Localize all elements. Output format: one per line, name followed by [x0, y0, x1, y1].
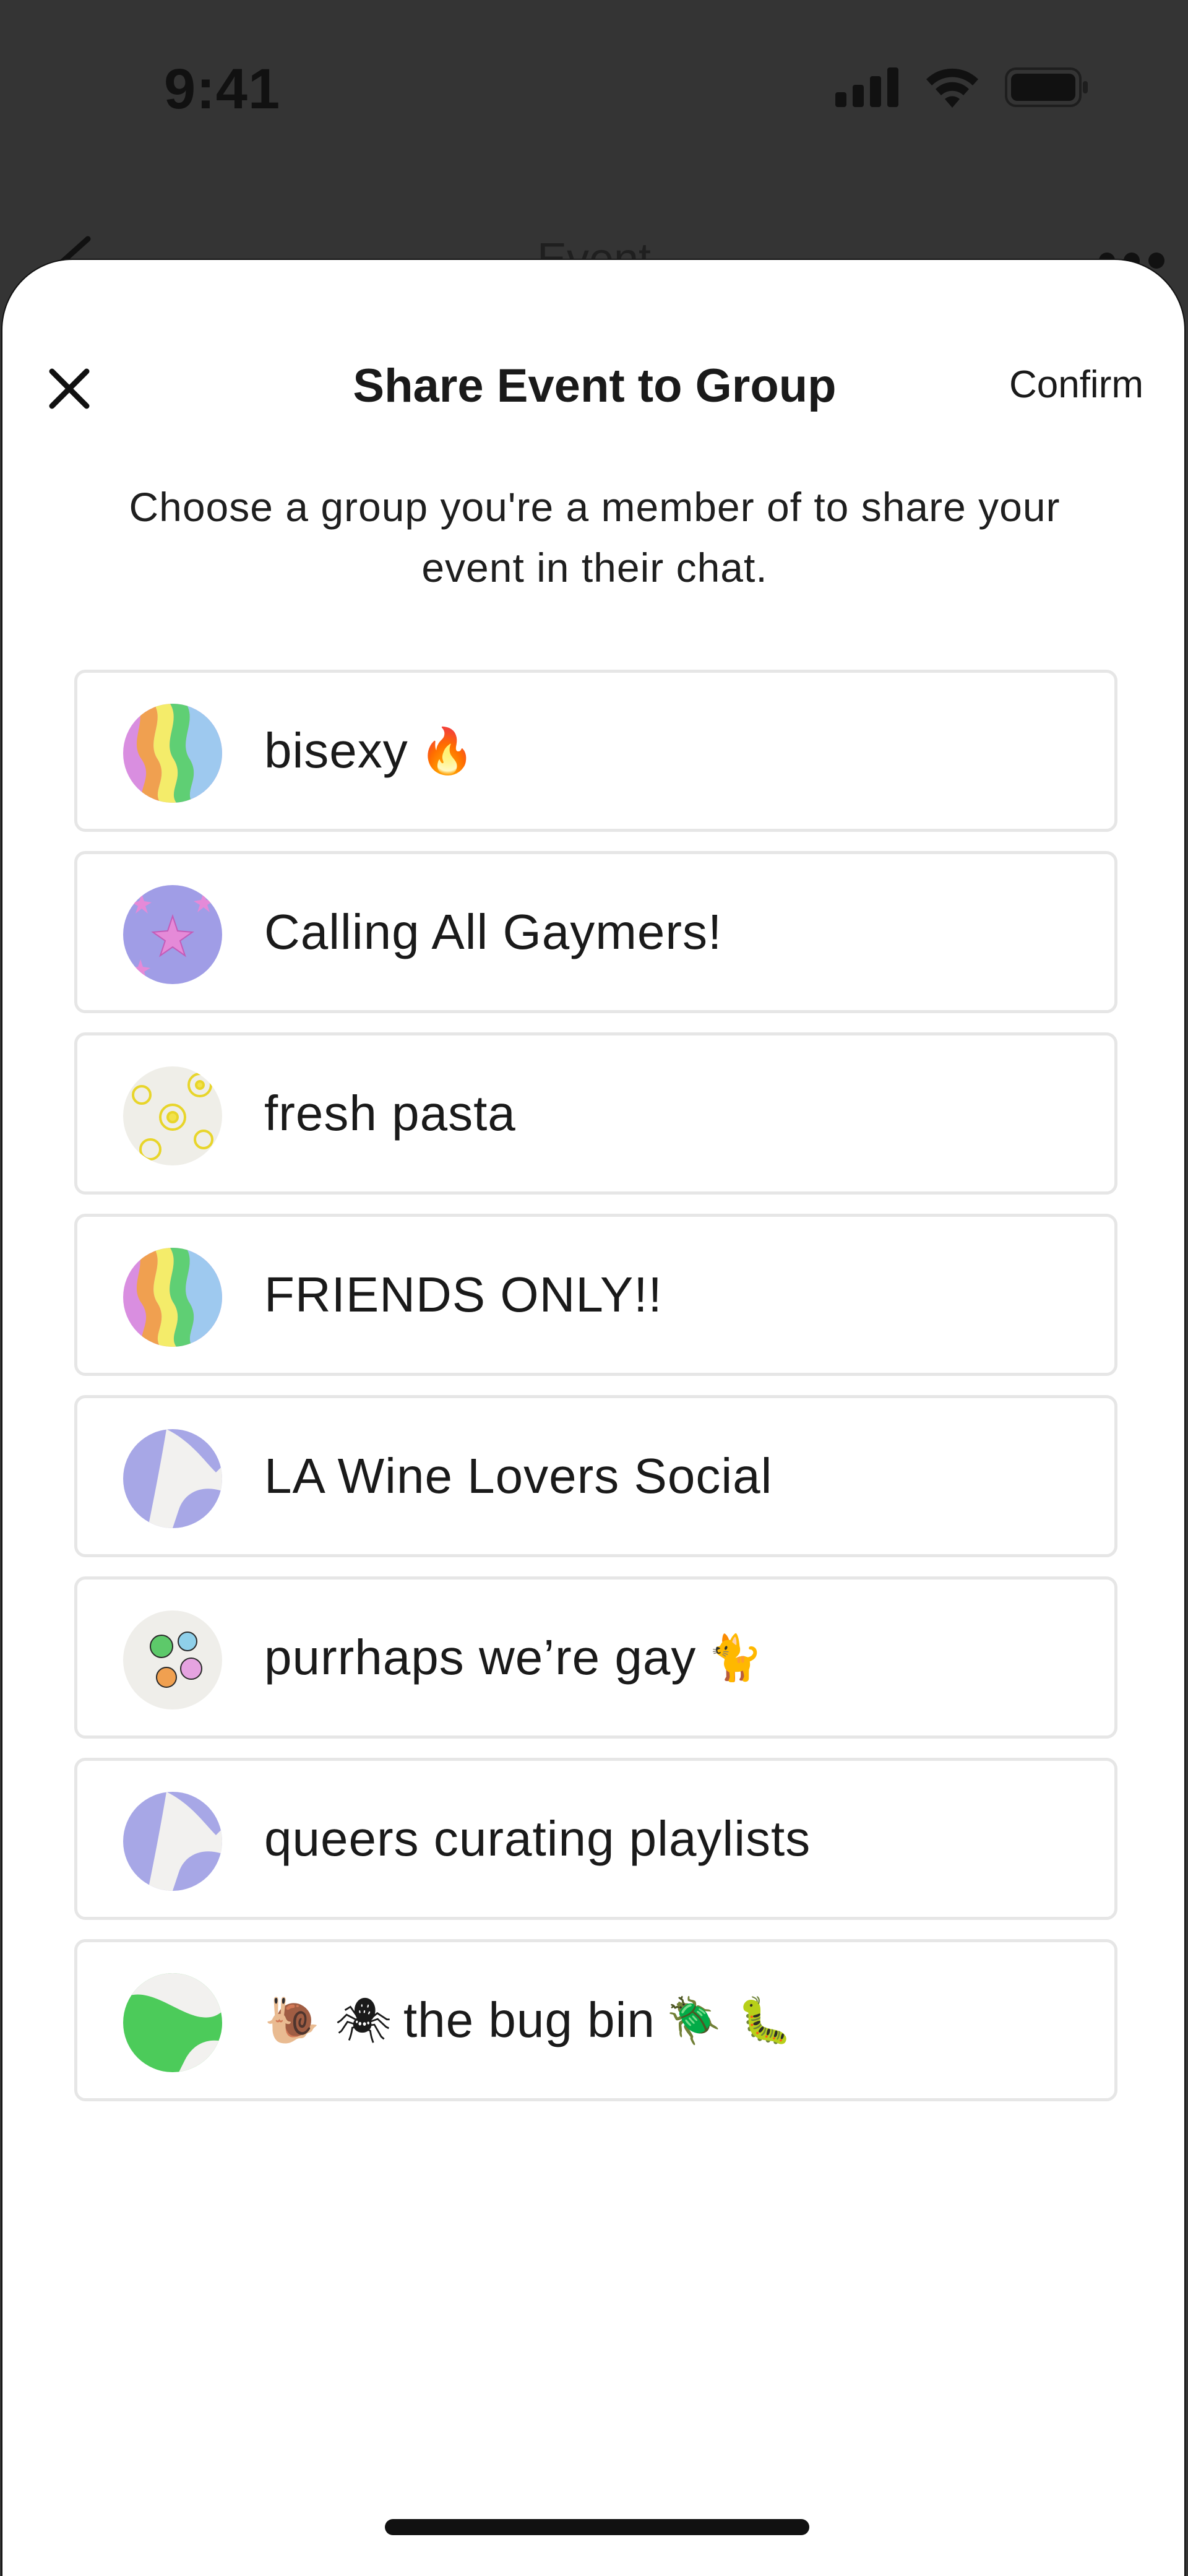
group-item-la-wine-lovers-social[interactable]: LA Wine Lovers Social: [74, 1395, 1117, 1557]
group-item-friends-only[interactable]: FRIENDS ONLY!!: [74, 1214, 1117, 1376]
lavender-swoosh-avatar-icon: [123, 1429, 222, 1528]
beetle-caterpillar-emoji-icon: 🪲 🐛: [666, 1994, 794, 2046]
rainbow-avatar-icon: [123, 1248, 222, 1347]
sheet-title: Share Event to Group: [353, 360, 837, 412]
group-name-text: LA Wine Lovers Social: [264, 1448, 773, 1503]
group-name: FRIENDS ONLY!!: [264, 1217, 663, 1373]
sheet-subtitle: Choose a group you're a member of to sha…: [129, 484, 1061, 590]
group-item-calling-all-gaymers[interactable]: Calling All Gaymers!: [74, 851, 1117, 1013]
status-bar: 9:41: [0, 0, 1188, 179]
signal-icon: [835, 67, 900, 110]
group-item-the-bug-bin[interactable]: 🐌 🕷 the bug bin 🪲 🐛: [74, 1939, 1117, 2101]
wifi-icon: [924, 67, 980, 111]
group-name-text: the bug bin: [403, 1992, 655, 2047]
fire-emoji-icon: 🔥: [419, 724, 476, 777]
group-list: bisexy 🔥 Calling All Gaymers! fresh past…: [74, 670, 1117, 2120]
home-indicator: [385, 2519, 809, 2535]
group-item-fresh-pasta[interactable]: fresh pasta: [74, 1032, 1117, 1195]
lavender-swoosh-avatar-icon: [123, 1792, 222, 1891]
group-item-bisexy[interactable]: bisexy 🔥: [74, 670, 1117, 832]
status-time: 9:41: [164, 58, 281, 121]
group-name-text: queers curating playlists: [264, 1811, 811, 1866]
status-icons: [835, 67, 1089, 111]
group-name-text: Calling All Gaymers!: [264, 904, 723, 959]
group-name-text: bisexy: [264, 723, 408, 778]
group-name: Calling All Gaymers!: [264, 854, 722, 1010]
group-name: fresh pasta: [264, 1035, 516, 1191]
smiley-faces-avatar-icon: [123, 1610, 222, 1709]
group-name: purrhaps we’re gay 🐈: [264, 1580, 764, 1735]
flowers-avatar-icon: [123, 1066, 222, 1165]
rainbow-avatar-icon: [123, 704, 222, 803]
confirm-button[interactable]: Confirm: [1009, 363, 1143, 407]
stars-avatar-icon: [123, 885, 222, 984]
snail-spider-emoji-icon: 🐌 🕷: [264, 1994, 392, 2046]
green-swoosh-avatar-icon: [123, 1973, 222, 2072]
group-name-text: FRIENDS ONLY!!: [264, 1267, 663, 1322]
battery-icon: [1005, 67, 1089, 110]
group-name-text: fresh pasta: [264, 1086, 516, 1141]
group-name: 🐌 🕷 the bug bin 🪲 🐛: [264, 1942, 793, 2098]
cat-emoji-icon: 🐈: [707, 1631, 764, 1683]
group-name: queers curating playlists: [264, 1761, 811, 1917]
share-sheet: Share Event to Group Confirm Choose a gr…: [1, 259, 1186, 2576]
group-name: bisexy 🔥: [264, 673, 475, 829]
group-name: LA Wine Lovers Social: [264, 1398, 772, 1554]
group-name-text: purrhaps we’re gay: [264, 1630, 697, 1685]
group-item-purrhaps-were-gay[interactable]: purrhaps we’re gay 🐈: [74, 1576, 1117, 1739]
group-item-queers-curating-playlists[interactable]: queers curating playlists: [74, 1758, 1117, 1920]
